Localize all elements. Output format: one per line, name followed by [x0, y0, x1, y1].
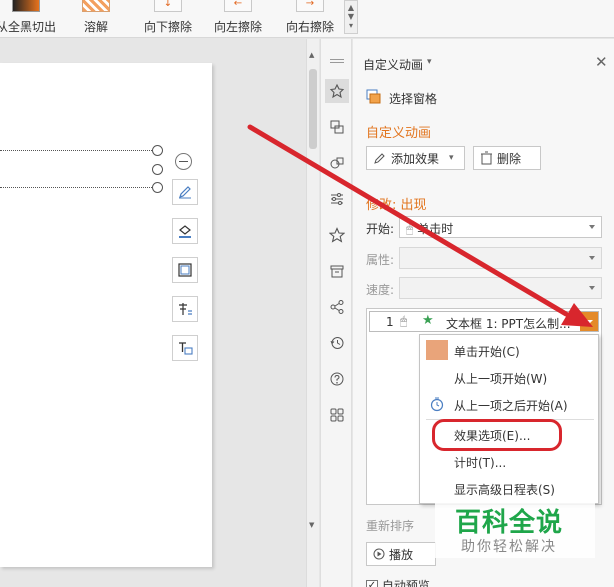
- watermark-subtitle: 助你轻松解决: [461, 539, 557, 555]
- watermark-title: 百科全说: [455, 508, 564, 538]
- watermark: 百科全说 助你轻松解决: [435, 496, 595, 558]
